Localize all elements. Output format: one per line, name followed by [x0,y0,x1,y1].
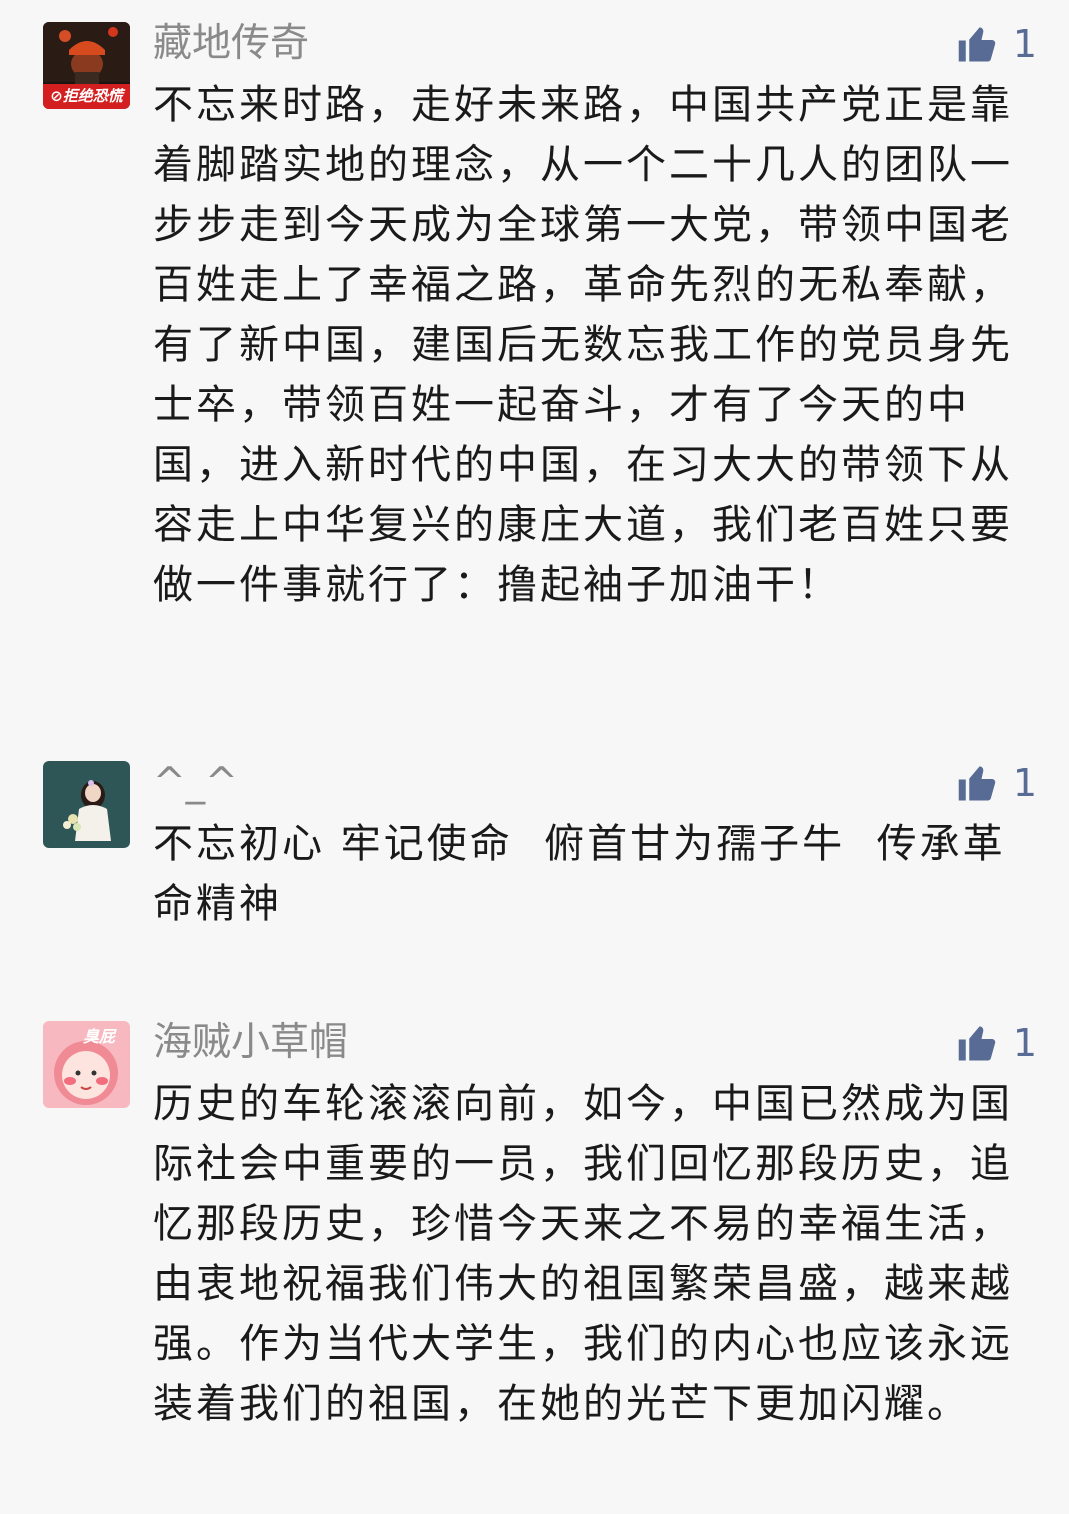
like-button[interactable]: 1 [957,759,1037,807]
nickname[interactable]: 海贼小草帽 [153,1019,348,1067]
like-count: 1 [1012,1021,1037,1065]
comment-text: 不忘初心 牢记使命 俯首甘为孺子牛 传承革命精神 [153,821,1006,927]
avatar-badge: 臭屁 [83,1027,116,1046]
girl-with-flowers-avatar-icon [43,761,130,848]
nickname[interactable]: 藏地传奇 [153,20,309,68]
comment-text: 历史的车轮滚滚向前，如今，中国已然成为国际社会中重要的一员，我们回忆那段历史，追… [153,1081,1013,1427]
thumbs-up-icon [958,1026,996,1061]
like-button[interactable]: 1 [957,1019,1037,1067]
thumbs-up-icon [958,766,996,801]
thumbs-up-icon [958,27,996,62]
nickname[interactable]: ^_^ [153,759,238,807]
comment-text: 不忘来时路，走好未来路，中国共产党正是靠着脚踏实地的理念，从一个二十几人的团队一… [153,82,1013,608]
like-count: 1 [1012,22,1037,66]
avatar[interactable] [43,761,130,848]
avatar-badge: ⊘拒绝恐慌 [50,87,123,105]
avatar[interactable]: 臭屁 [43,1021,130,1108]
avatar[interactable]: ⊘拒绝恐慌 [43,22,130,109]
like-button[interactable]: 1 [957,20,1037,68]
like-count: 1 [1012,761,1037,805]
